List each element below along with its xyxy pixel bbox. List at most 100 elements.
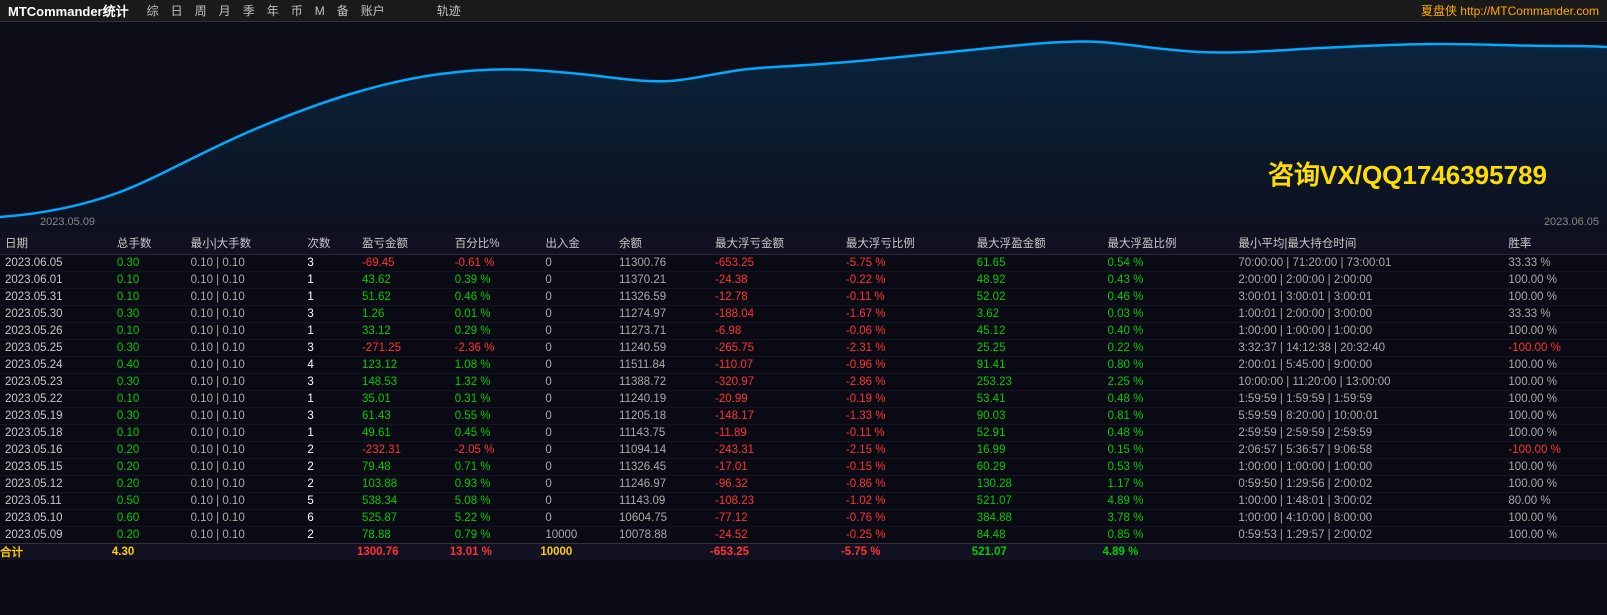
cell-deposit: 0 [540,476,614,493]
cell-pnl: -271.25 [357,340,450,357]
cell-pnl-pct: 0.39 % [450,272,541,289]
cell-balance: 11143.75 [614,425,710,442]
col-header-min-max-lots: 最小|大手数 [186,232,303,255]
cell-min-max-lots: 0.10 | 0.10 [186,527,303,544]
col-header-max-float-loss-pct: 最大浮亏比例 [841,232,972,255]
cell-deposit: 0 [540,459,614,476]
cell-balance: 11300.76 [614,255,710,272]
cell-balance: 11326.59 [614,289,710,306]
table-row: 2023.05.30 0.30 0.10 | 0.10 3 1.26 0.01 … [0,306,1607,323]
cell-pnl-pct: -2.05 % [450,442,541,459]
cell-deposit: 0 [540,255,614,272]
cell-max-float-loss: -110.07 [710,357,841,374]
cell-max-float-loss-pct: -1.02 % [841,493,972,510]
table-row: 2023.05.09 0.20 0.10 | 0.10 2 78.88 0.79… [0,527,1607,544]
cell-pnl-pct: 1.32 % [450,374,541,391]
cell-max-float-profit: 53.41 [972,391,1103,408]
cell-pnl-pct: 5.08 % [450,493,541,510]
cell-date: 2023.05.30 [0,306,112,323]
cell-pnl-pct: 1.08 % [450,357,541,374]
cell-date: 2023.05.15 [0,459,112,476]
cell-hold-time: 2:59:59 | 2:59:59 | 2:59:59 [1233,425,1503,442]
nav-日[interactable]: 日 [165,2,189,19]
cell-min-max-lots: 0.10 | 0.10 [186,272,303,289]
cell-pnl-pct: 0.46 % [450,289,541,306]
cell-max-float-loss-pct: -2.86 % [841,374,972,391]
cell-date: 2023.05.11 [0,493,112,510]
cell-pnl-pct: -0.61 % [450,255,541,272]
cell-max-float-loss-pct: -2.31 % [841,340,972,357]
cell-date: 2023.05.19 [0,408,112,425]
cell-min-max-lots: 0.10 | 0.10 [186,357,303,374]
cell-deposit: 0 [540,510,614,527]
cell-max-float-profit-pct: 0.22 % [1103,340,1234,357]
col-header-hold-time: 最小平均|最大持仓时间 [1233,232,1503,255]
cell-balance: 11370.21 [614,272,710,289]
col-header-count: 次数 [302,232,357,255]
cell-date: 2023.05.24 [0,357,112,374]
cell-pnl-pct: 0.45 % [450,425,541,442]
cell-max-float-profit: 61.65 [972,255,1103,272]
summary-pnl: 1300.76 [357,544,450,561]
cell-total-lots: 0.20 [112,442,186,459]
col-header-pnl-pct: 百分比% [450,232,541,255]
nav-综[interactable]: 综 [141,2,165,19]
summary-max-float-profit-pct: 4.89 % [1103,544,1234,561]
cell-win-rate: 100.00 % [1503,476,1607,493]
summary-label: 合计 [0,544,112,561]
nav-备[interactable]: 备 [331,2,355,19]
cell-max-float-loss: -96.32 [710,476,841,493]
cell-date: 2023.05.09 [0,527,112,544]
nav-年[interactable]: 年 [261,2,285,19]
cell-count: 3 [302,340,357,357]
nav-轨迹[interactable]: 轨迹 [431,2,467,19]
cell-max-float-profit: 16.99 [972,442,1103,459]
cell-min-max-lots: 0.10 | 0.10 [186,408,303,425]
cell-pnl: -232.31 [357,442,450,459]
cell-win-rate: 100.00 % [1503,272,1607,289]
cell-max-float-profit-pct: 0.80 % [1103,357,1234,374]
cell-total-lots: 0.50 [112,493,186,510]
nav-币[interactable]: 币 [285,2,309,19]
cell-count: 1 [302,391,357,408]
cell-deposit: 0 [540,425,614,442]
cell-min-max-lots: 0.10 | 0.10 [186,340,303,357]
summary-max-float-profit: 521.07 [972,544,1103,561]
nav-账户[interactable]: 账户 [355,2,391,19]
cell-pnl-pct: -2.36 % [450,340,541,357]
cell-win-rate: 100.00 % [1503,289,1607,306]
cell-hold-time: 1:00:00 | 1:00:00 | 1:00:00 [1233,459,1503,476]
nav-M[interactable]: M [309,4,331,18]
cell-hold-time: 3:32:37 | 14:12:38 | 20:32:40 [1233,340,1503,357]
cell-balance: 10604.75 [614,510,710,527]
nav-月[interactable]: 月 [213,2,237,19]
cell-win-rate: 100.00 % [1503,459,1607,476]
cell-max-float-profit-pct: 0.53 % [1103,459,1234,476]
cell-count: 1 [302,289,357,306]
cell-pnl-pct: 0.01 % [450,306,541,323]
cell-max-float-profit: 3.62 [972,306,1103,323]
cell-hold-time: 2:00:00 | 2:00:00 | 2:00:00 [1233,272,1503,289]
cell-total-lots: 0.20 [112,527,186,544]
cell-max-float-loss-pct: -1.67 % [841,306,972,323]
cell-max-float-profit: 48.92 [972,272,1103,289]
table-row: 2023.05.23 0.30 0.10 | 0.10 3 148.53 1.3… [0,374,1607,391]
table-row: 2023.05.18 0.10 0.10 | 0.10 1 49.61 0.45… [0,425,1607,442]
cell-min-max-lots: 0.10 | 0.10 [186,493,303,510]
nav-季[interactable]: 季 [237,2,261,19]
cell-hold-time: 1:59:59 | 1:59:59 | 1:59:59 [1233,391,1503,408]
cell-win-rate: 100.00 % [1503,374,1607,391]
cell-balance: 11273.71 [614,323,710,340]
cell-date: 2023.05.23 [0,374,112,391]
cell-balance: 11205.18 [614,408,710,425]
nav-周[interactable]: 周 [189,2,213,19]
app-title: MTCommander统计 [8,1,129,20]
summary-count [302,544,357,561]
cell-pnl: -69.45 [357,255,450,272]
cell-deposit: 0 [540,374,614,391]
cell-pnl: 538.34 [357,493,450,510]
cell-deposit: 0 [540,306,614,323]
cell-date: 2023.05.10 [0,510,112,527]
table-row: 2023.05.11 0.50 0.10 | 0.10 5 538.34 5.0… [0,493,1607,510]
cell-pnl: 79.48 [357,459,450,476]
